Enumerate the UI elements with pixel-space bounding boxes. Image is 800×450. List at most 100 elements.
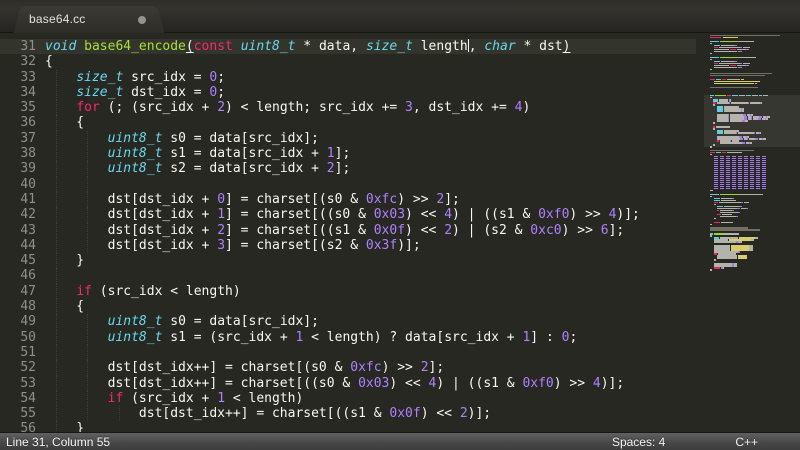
- line-number[interactable]: 35: [0, 100, 45, 115]
- line-number[interactable]: 39: [0, 161, 45, 176]
- indent-guide: [87, 237, 89, 254]
- indent-guide: [87, 406, 89, 422]
- indent-guide: [56, 130, 57, 147]
- line-number[interactable]: 33: [0, 70, 45, 85]
- tab-label: base64.cc: [29, 12, 86, 26]
- code-text: [45, 176, 696, 192]
- tab-base64cc[interactable]: base64.cc: [26, 6, 152, 33]
- indent-guide: [56, 176, 57, 192]
- indent-guide: [56, 421, 57, 432]
- code-line[interactable]: 46: [0, 268, 696, 284]
- line-number[interactable]: 53: [0, 376, 45, 391]
- code-line[interactable]: 37 uint8_t s0 = data[src_idx];: [0, 130, 696, 147]
- line-number[interactable]: 47: [0, 284, 45, 299]
- code-line[interactable]: 50 uint8_t s1 = (src_idx + 1 < length) ?…: [0, 329, 696, 345]
- indent-guide: [87, 360, 89, 376]
- code-line[interactable]: 56 }: [0, 421, 696, 432]
- code-text: uint8_t s2 = data[src_idx + 2];: [45, 161, 696, 177]
- line-number[interactable]: 40: [0, 177, 45, 192]
- code-line[interactable]: 36 {: [0, 115, 696, 131]
- line-number[interactable]: 44: [0, 238, 45, 253]
- minimap[interactable]: [696, 33, 800, 432]
- code-line[interactable]: 39 uint8_t s2 = data[src_idx + 2];: [0, 161, 696, 177]
- code-text: dst[dst_idx + 0] = charset[(s0 & 0xfc) >…: [45, 191, 460, 208]
- indent-guide: [87, 191, 89, 208]
- code-text: {: [45, 299, 85, 315]
- indent-guide: [56, 314, 57, 330]
- line-number[interactable]: 41: [0, 192, 45, 207]
- indent-guide: [56, 329, 57, 345]
- indent-guide: [56, 268, 57, 284]
- line-number[interactable]: 48: [0, 299, 45, 314]
- line-number[interactable]: 32: [0, 54, 45, 69]
- line-number[interactable]: 54: [0, 391, 45, 406]
- line-number[interactable]: 49: [0, 314, 45, 329]
- tab-bar: base64.cc: [0, 0, 800, 33]
- code-line[interactable]: 54 if (src_idx + 1 < length): [0, 390, 696, 407]
- code-line[interactable]: 32{: [0, 54, 696, 69]
- code-line[interactable]: 51: [0, 344, 696, 361]
- code-line[interactable]: 45 }: [0, 253, 696, 269]
- code-line[interactable]: 42 dst[dst_idx + 1] = charset[((s0 & 0x0…: [0, 207, 696, 223]
- code-line[interactable]: 48 {: [0, 299, 696, 315]
- code-line[interactable]: 33 size_t src_idx = 0;: [0, 69, 696, 85]
- indent-guide: [56, 299, 57, 315]
- indent-guide: [87, 390, 89, 407]
- line-number[interactable]: 52: [0, 360, 45, 375]
- line-number[interactable]: 38: [0, 146, 45, 161]
- code-text: [45, 344, 696, 361]
- code-line[interactable]: 53 dst[dst_idx++] = charset[((s0 & 0x03)…: [0, 375, 696, 391]
- line-number[interactable]: 55: [0, 406, 45, 421]
- code-text: dst[dst_idx++] = charset[((s0 & 0x03) <<…: [45, 375, 625, 391]
- code-line[interactable]: 34 size_t dst_idx = 0;: [0, 84, 696, 101]
- code-line[interactable]: 47 if (src_idx < length): [0, 283, 696, 300]
- indent-guide: [56, 191, 57, 208]
- code-line[interactable]: 31 void base64_encode(const uint8_t * dat…: [0, 39, 696, 55]
- code-text: size_t src_idx = 0;: [45, 69, 696, 85]
- indent-guide: [56, 207, 57, 223]
- indent-guide: [87, 222, 89, 238]
- indent-guide: [87, 344, 89, 361]
- line-number[interactable]: 51: [0, 345, 45, 360]
- modified-indicator-icon: [138, 16, 146, 24]
- code-line[interactable]: 55 dst[dst_idx++] = charset[((s1 & 0x0f)…: [0, 406, 696, 422]
- line-number[interactable]: 56: [0, 421, 45, 432]
- indent-guide: [87, 146, 89, 162]
- code-text: dst[dst_idx++] = charset[(s0 & 0xfc) >> …: [45, 360, 445, 376]
- indent-guide: [87, 375, 89, 391]
- code-text: dst[dst_idx + 3] = charset[(s2 & 0x3f)];: [45, 237, 421, 254]
- minimap-row: [710, 281, 796, 282]
- code-line[interactable]: 43 dst[dst_idx + 2] = charset[((s1 & 0x0…: [0, 222, 696, 238]
- code-text: uint8_t s0 = data[src_idx];: [45, 130, 696, 147]
- code-text: uint8_t s0 = data[src_idx];: [45, 314, 696, 330]
- line-number[interactable]: 42: [0, 207, 45, 222]
- code-line[interactable]: 38 uint8_t s1 = data[src_idx + 1];: [0, 146, 696, 162]
- indent-setting[interactable]: Spaces: 4: [612, 435, 665, 449]
- editor: 31 void base64_encode(const uint8_t * dat…: [0, 33, 800, 432]
- cursor-position[interactable]: Line 31, Column 55: [6, 435, 110, 449]
- line-number[interactable]: 46: [0, 268, 45, 283]
- line-number[interactable]: 45: [0, 253, 45, 268]
- code-text: dst[dst_idx + 1] = charset[((s0 & 0x03) …: [45, 207, 640, 223]
- line-number[interactable]: 50: [0, 330, 45, 345]
- code-line[interactable]: 44 dst[dst_idx + 3] = charset[(s2 & 0x3f…: [0, 237, 696, 254]
- status-bar: Line 31, Column 55 Spaces: 4 C++: [0, 432, 800, 450]
- indent-guide: [56, 237, 57, 254]
- line-number[interactable]: 31: [0, 39, 45, 54]
- line-number[interactable]: 36: [0, 115, 45, 130]
- line-number[interactable]: 37: [0, 131, 45, 146]
- indent-guide: [56, 222, 57, 238]
- code-line[interactable]: 52 dst[dst_idx++] = charset[(s0 & 0xfc) …: [0, 360, 696, 376]
- indent-guide: [56, 69, 57, 85]
- code-area[interactable]: 31 void base64_encode(const uint8_t * dat…: [0, 33, 696, 432]
- code-line[interactable]: 49 uint8_t s0 = data[src_idx];: [0, 314, 696, 330]
- code-line[interactable]: 40: [0, 176, 696, 192]
- code-text: uint8_t s1 = data[src_idx + 1];: [45, 146, 696, 162]
- language-selector[interactable]: C++: [735, 435, 758, 449]
- code-text: void base64_encode(const uint8_t * data,…: [45, 39, 571, 54]
- indent-guide: [87, 329, 89, 345]
- line-number[interactable]: 43: [0, 223, 45, 238]
- code-line[interactable]: 41 dst[dst_idx + 0] = charset[(s0 & 0xfc…: [0, 191, 696, 208]
- line-number[interactable]: 34: [0, 85, 45, 100]
- code-line[interactable]: 35 for (; (src_idx + 2) < length; src_id…: [0, 100, 696, 116]
